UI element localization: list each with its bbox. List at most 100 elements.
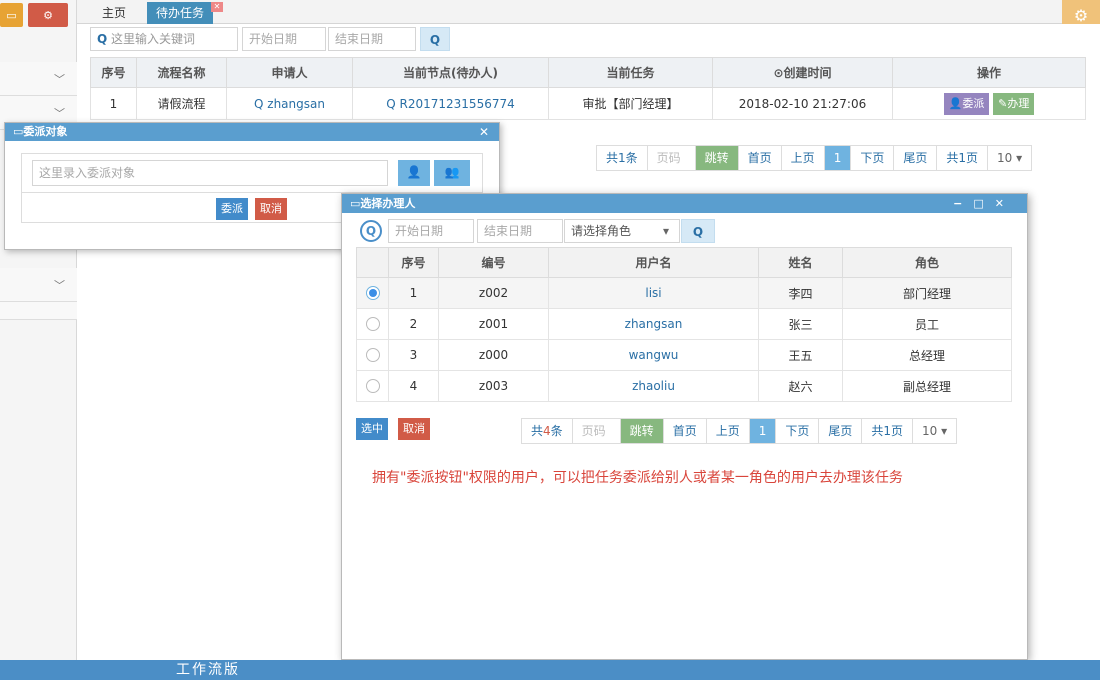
radio-selected[interactable]: [365, 286, 380, 301]
row-radio[interactable]: [356, 339, 389, 371]
end-date-input[interactable]: 结束日期: [328, 27, 416, 51]
end-date-input[interactable]: 结束日期: [477, 219, 563, 243]
current-page[interactable]: 1: [824, 146, 852, 170]
table-row[interactable]: 3 z000 wangwu 王五 总经理: [356, 339, 1012, 371]
search-icon[interactable]: Q: [360, 220, 382, 242]
delegate-button[interactable]: 👤委派: [943, 92, 990, 115]
radio-unselected[interactable]: [365, 379, 380, 394]
jump-button[interactable]: 跳转: [620, 419, 664, 443]
col-header: 序号: [388, 247, 439, 278]
page-input[interactable]: 页码: [573, 419, 621, 443]
row-role: 总经理: [842, 339, 1012, 371]
search-icon: Q: [386, 96, 396, 111]
delegate-target-input[interactable]: 这里录入委派对象: [32, 160, 388, 186]
cancel-button[interactable]: 取消: [398, 418, 430, 440]
pager-pages: 共1页: [937, 146, 988, 170]
col-header: 当前节点(待办人): [352, 57, 549, 88]
col-header: 流程名称: [136, 57, 227, 88]
footer-text: 工作流版: [176, 662, 240, 678]
start-date-input[interactable]: 开始日期: [242, 27, 326, 51]
role-select-value: 请选择角色: [571, 224, 632, 238]
window-icon: ▭: [350, 197, 361, 210]
jump-button[interactable]: 跳转: [695, 146, 739, 170]
last-page-button[interactable]: 尾页: [894, 146, 938, 170]
delegate-confirm-button[interactable]: 委派: [216, 198, 248, 220]
search-button[interactable]: Q: [681, 219, 715, 243]
maximize-icon[interactable]: □: [973, 197, 994, 210]
minimize-icon[interactable]: −: [953, 197, 973, 210]
page-input[interactable]: 页码: [648, 146, 696, 170]
row-name: 王五: [758, 339, 843, 371]
handle-label: 办理: [1007, 96, 1030, 110]
radio-unselected[interactable]: [365, 348, 380, 363]
row-node[interactable]: Q R20171231556774: [352, 87, 549, 120]
dialog-pager: 共4条 页码 跳转 首页 上页 1 下页 尾页 共1页 10 ▾: [521, 418, 958, 444]
col-header: [356, 247, 389, 278]
row-applicant[interactable]: Q zhangsan: [226, 87, 353, 120]
monitor-icon[interactable]: ▭: [0, 3, 23, 27]
first-page-button[interactable]: 首页: [739, 146, 782, 170]
gear-icon[interactable]: ⚙: [28, 3, 68, 27]
dialog-title: 委派对象: [23, 125, 68, 138]
search-button[interactable]: Q: [420, 27, 450, 51]
next-page-button[interactable]: 下页: [776, 419, 820, 443]
col-header: 当前任务: [548, 57, 713, 88]
task-table: 序号 流程名称 申请人 当前节点(待办人) 当前任务 ⊙创建时间 操作 1 请假…: [90, 57, 1086, 120]
row-name: 张三: [758, 308, 843, 340]
search-icon: Q: [254, 96, 264, 111]
row-radio[interactable]: [356, 370, 389, 402]
row-role: 副总经理: [842, 370, 1012, 402]
row-code: z002: [438, 277, 549, 309]
start-date-input[interactable]: 开始日期: [388, 219, 474, 243]
table-row: 1 请假流程 Q zhangsan Q R20171231556774 审批【部…: [90, 87, 1086, 120]
select-button[interactable]: 选中: [356, 418, 388, 440]
node-link[interactable]: R20171231556774: [400, 97, 515, 111]
chevron-down-icon: ﹀: [54, 73, 65, 86]
sidebar-item[interactable]: [0, 302, 77, 320]
row-username: wangwu: [548, 339, 759, 371]
chevron-down-icon: ﹀: [54, 107, 65, 120]
handle-button[interactable]: ✎办理: [993, 92, 1035, 115]
close-icon[interactable]: ✕: [995, 197, 1015, 210]
table-row[interactable]: 4 z003 zhaoliu 赵六 副总经理: [356, 370, 1012, 402]
tab-home[interactable]: 主页: [93, 2, 135, 24]
row-username: zhangsan: [548, 308, 759, 340]
close-icon[interactable]: ✕: [479, 123, 489, 141]
table-row[interactable]: 2 z001 zhangsan 张三 员工: [356, 308, 1012, 340]
sidebar-item[interactable]: ﹀: [0, 268, 77, 302]
prev-page-button[interactable]: 上页: [707, 419, 750, 443]
next-page-button[interactable]: 下页: [851, 146, 895, 170]
delegate-cancel-button[interactable]: 取消: [255, 198, 287, 220]
page-size-select[interactable]: 10 ▾: [988, 146, 1031, 170]
row-role: 部门经理: [842, 277, 1012, 309]
user-icon[interactable]: 👤: [398, 160, 430, 186]
prev-page-button[interactable]: 上页: [782, 146, 825, 170]
row-radio[interactable]: [356, 277, 389, 309]
role-select[interactable]: 请选择角色 ▾: [564, 219, 680, 243]
caret-down-icon: ▾: [662, 224, 669, 238]
close-icon[interactable]: ✕: [211, 2, 224, 12]
keyword-search-input[interactable]: Q 这里输入关键词: [90, 27, 238, 51]
row-code: z000: [438, 339, 549, 371]
group-icon[interactable]: 👥: [434, 160, 470, 186]
applicant-link[interactable]: zhangsan: [267, 97, 325, 111]
row-name: 赵六: [758, 370, 843, 402]
current-page[interactable]: 1: [749, 419, 777, 443]
row-radio[interactable]: [356, 308, 389, 340]
last-page-button[interactable]: 尾页: [819, 419, 863, 443]
row-no: 2: [388, 308, 439, 340]
col-header: 姓名: [758, 247, 843, 278]
tab-todo-tasks[interactable]: 待办任务 ✕: [147, 2, 224, 24]
chevron-down-icon: ﹀: [54, 279, 65, 292]
row-username: lisi: [548, 277, 759, 309]
row-role: 员工: [842, 308, 1012, 340]
table-row[interactable]: 1 z002 lisi 李四 部门经理: [356, 277, 1012, 309]
first-page-button[interactable]: 首页: [664, 419, 707, 443]
sidebar: ▭ ⚙ ﹀ ﹀ ﹀: [0, 0, 77, 660]
row-task: 审批【部门经理】: [548, 87, 713, 120]
page-size-select[interactable]: 10 ▾: [913, 419, 956, 443]
page-size-value: 10: [997, 151, 1013, 165]
sidebar-item[interactable]: ﹀: [0, 62, 77, 96]
radio-unselected[interactable]: [365, 317, 380, 332]
row-username: zhaoliu: [548, 370, 759, 402]
